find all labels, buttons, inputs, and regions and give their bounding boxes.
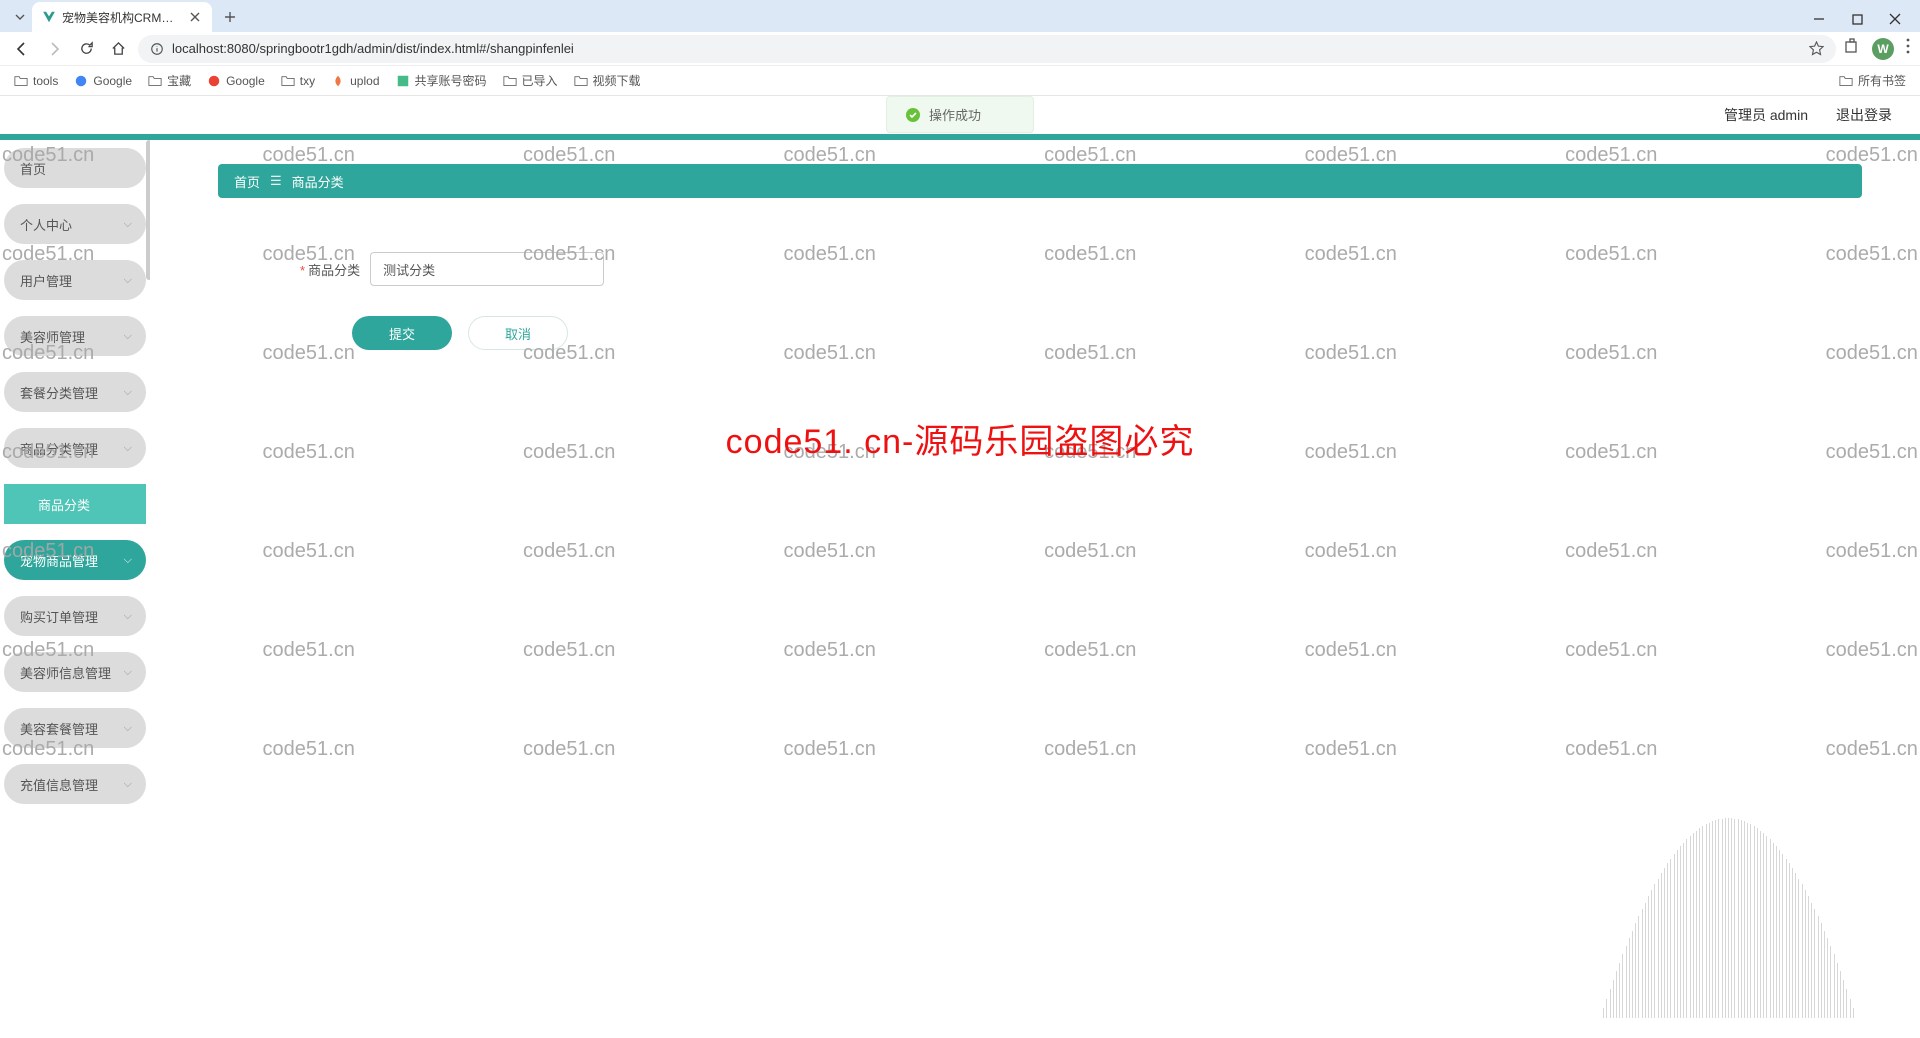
- sidebar-item-9[interactable]: 美容师信息管理 ⌵: [4, 652, 146, 692]
- sidebar-item-label: 购买订单管理: [20, 607, 98, 626]
- sidebar-item-label: 商品分类: [38, 495, 90, 514]
- sidebar-item-label: 美容师管理: [20, 327, 85, 346]
- star-icon[interactable]: [1809, 41, 1824, 56]
- browser-tab[interactable]: 宠物美容机构CRM系统设计与: [32, 2, 212, 32]
- app-root: code51.cncode51.cncode51.cncode51.cncode…: [0, 96, 1920, 1038]
- minimize-icon[interactable]: [1812, 12, 1826, 26]
- chevron-down-icon: ⌵: [124, 330, 132, 343]
- sidebar-item-4[interactable]: 套餐分类管理 ⌵: [4, 372, 146, 412]
- chevron-down-icon: ⌵: [124, 218, 132, 231]
- home-button[interactable]: [106, 37, 130, 61]
- profile-avatar[interactable]: W: [1872, 38, 1894, 60]
- sidebar-item-5[interactable]: 商品分类管理 ⌵: [4, 428, 146, 468]
- check-circle-icon: [905, 107, 921, 123]
- menu-icon[interactable]: [1906, 38, 1910, 60]
- form-label: *商品分类: [300, 260, 360, 279]
- bookmark-item[interactable]: txy: [281, 74, 315, 88]
- required-asterisk: *: [300, 263, 305, 278]
- main-content: 首页 ☰ 商品分类 *商品分类 提交 取消: [150, 140, 1920, 1038]
- sidebar-item-3[interactable]: 美容师管理 ⌵: [4, 316, 146, 356]
- category-input[interactable]: [370, 252, 604, 286]
- chevron-down-icon: ⌵: [124, 442, 132, 455]
- sidebar-item-label: 宠物商品管理: [20, 551, 98, 570]
- bookmark-item[interactable]: tools: [14, 74, 58, 88]
- sidebar-item-label: 美容套餐管理: [20, 719, 98, 738]
- sidebar-item-label: 用户管理: [20, 271, 72, 290]
- logout-link[interactable]: 退出登录: [1836, 105, 1892, 125]
- sidebar: 首页个人中心 ⌵ 用户管理 ⌵ 美容师管理 ⌵ 套餐分类管理 ⌵ 商品分类管理 ⌵ 商品分类宠物商品…: [0, 140, 150, 1038]
- chevron-down-icon: ⌵: [124, 554, 132, 567]
- vue-favicon-icon: [42, 10, 56, 24]
- sidebar-item-label: 套餐分类管理: [20, 383, 98, 402]
- breadcrumb: 首页 ☰ 商品分类: [218, 164, 1862, 198]
- chevron-down-icon: ⌵: [124, 722, 132, 735]
- sidebar-item-0[interactable]: 首页: [4, 148, 146, 188]
- maximize-icon[interactable]: [1850, 12, 1864, 26]
- submit-button[interactable]: 提交: [352, 316, 452, 350]
- close-icon[interactable]: [188, 10, 202, 24]
- url-text: localhost:8080/springbootr1gdh/admin/dis…: [172, 41, 574, 56]
- app-header: 操作成功 管理员 admin 退出登录: [0, 96, 1920, 140]
- sidebar-item-label: 个人中心: [20, 215, 72, 234]
- new-tab-button[interactable]: [218, 5, 242, 29]
- breadcrumb-sep-icon: ☰: [270, 173, 282, 189]
- address-bar[interactable]: localhost:8080/springbootr1gdh/admin/dis…: [138, 35, 1836, 63]
- tab-title: 宠物美容机构CRM系统设计与: [62, 9, 182, 26]
- sidebar-item-8[interactable]: 购买订单管理 ⌵: [4, 596, 146, 636]
- reload-button[interactable]: [74, 37, 98, 61]
- bookmark-item[interactable]: 共享账号密码: [396, 72, 487, 89]
- cancel-button[interactable]: 取消: [468, 316, 568, 350]
- form: *商品分类 提交 取消: [300, 252, 1862, 350]
- sidebar-item-11[interactable]: 充值信息管理 ⌵: [4, 764, 146, 804]
- success-toast: 操作成功: [886, 96, 1034, 133]
- extensions-icon[interactable]: [1844, 38, 1860, 60]
- browser-toolbar: localhost:8080/springbootr1gdh/admin/dis…: [0, 32, 1920, 66]
- chevron-down-icon: ⌵: [124, 386, 132, 399]
- bookmark-item[interactable]: uplod: [331, 74, 379, 88]
- chevron-down-icon: ⌵: [124, 778, 132, 791]
- chevron-down-icon: ⌵: [124, 666, 132, 679]
- browser-tab-strip: 宠物美容机构CRM系统设计与: [0, 0, 1920, 32]
- close-window-icon[interactable]: [1888, 12, 1902, 26]
- toast-text: 操作成功: [929, 105, 981, 124]
- tab-list-button[interactable]: [8, 5, 32, 29]
- bookmark-item[interactable]: 宝藏: [148, 72, 191, 89]
- bookmark-item[interactable]: Google: [74, 74, 132, 88]
- forward-button[interactable]: [42, 37, 66, 61]
- breadcrumb-home[interactable]: 首页: [234, 172, 260, 191]
- chevron-down-icon: ⌵: [124, 610, 132, 623]
- bookmark-item[interactable]: 视频下载: [574, 72, 641, 89]
- sidebar-item-10[interactable]: 美容套餐管理 ⌵: [4, 708, 146, 748]
- site-info-icon[interactable]: [150, 42, 164, 56]
- sidebar-item-6[interactable]: 商品分类: [4, 484, 146, 524]
- bookmark-item[interactable]: 已导入: [503, 72, 558, 89]
- sidebar-item-label: 充值信息管理: [20, 775, 98, 794]
- bookmarks-bar: tools Google 宝藏 Google txy uplod 共享账号密码 …: [0, 66, 1920, 96]
- back-button[interactable]: [10, 37, 34, 61]
- bookmark-item[interactable]: Google: [207, 74, 265, 88]
- sidebar-item-7[interactable]: 宠物商品管理 ⌵: [4, 540, 146, 580]
- sidebar-item-label: 美容师信息管理: [20, 663, 111, 682]
- sidebar-item-2[interactable]: 用户管理 ⌵: [4, 260, 146, 300]
- sidebar-item-1[interactable]: 个人中心 ⌵: [4, 204, 146, 244]
- sidebar-item-label: 商品分类管理: [20, 439, 98, 458]
- current-user[interactable]: 管理员 admin: [1724, 105, 1808, 125]
- sidebar-item-label: 首页: [20, 159, 46, 178]
- all-bookmarks-button[interactable]: 所有书签: [1839, 72, 1906, 89]
- breadcrumb-current: 商品分类: [292, 172, 344, 191]
- chevron-down-icon: ⌵: [124, 274, 132, 287]
